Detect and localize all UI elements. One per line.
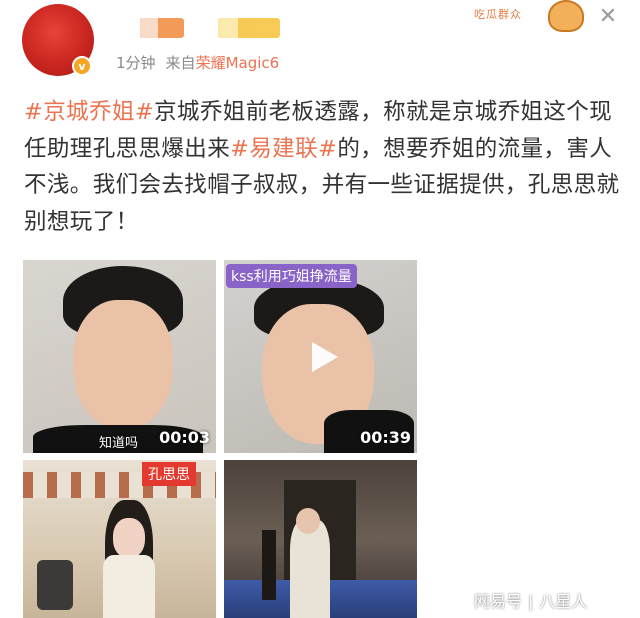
hashtag-link[interactable]: #京城乔姐# [24,99,154,125]
person-face-shape [113,518,145,558]
video-duration: 00:39 [360,428,411,447]
watermark-right: 八星人 [539,592,588,611]
image-thumbnail[interactable] [224,460,417,618]
video-subtitle: 知道吗 [99,436,139,451]
play-icon[interactable] [302,338,340,376]
close-icon[interactable]: ✕ [597,6,619,28]
post-time: 1分钟 [116,54,156,72]
person-name-label: 孔思思 [142,462,196,486]
watermark-separator: | [528,592,534,611]
person-face-shape [296,508,320,534]
device-link[interactable]: 荣耀Magic6 [196,54,280,72]
username-redacted[interactable] [140,18,184,38]
person-2-shape [262,530,276,600]
kettle-shape [37,560,73,610]
person-dress-shape [103,555,155,618]
video-thumbnail[interactable]: 知道吗 00:03 [23,260,216,453]
video-duration: 00:03 [159,428,210,447]
post-meta: 1分钟 来自荣耀Magic6 [116,52,279,73]
cat-sticker-icon [548,0,584,32]
image-thumbnail[interactable]: 孔思思 [23,460,216,618]
watermark: 网易号 | 八星人 [474,588,587,612]
video-thumbnail[interactable]: kss利用巧姐挣流量 00:39 [224,260,417,453]
verified-badge-icon: v [72,56,92,76]
post-text: #京城乔姐#京城乔姐前老板透露，称就是京城乔姐这个现任助理孔思思爆出来#易建联#… [24,94,624,240]
sticker-text: 吃瓜群众 [474,8,522,21]
video-overlay-label: kss利用巧姐挣流量 [226,264,357,288]
watermark-left: 网易号 [474,592,523,611]
source-prefix: 来自 [165,54,196,72]
face-shape [73,300,173,430]
hashtag-link[interactable]: #易建联# [230,136,337,162]
username-redacted-2[interactable] [218,18,280,38]
person-shape [290,520,330,618]
